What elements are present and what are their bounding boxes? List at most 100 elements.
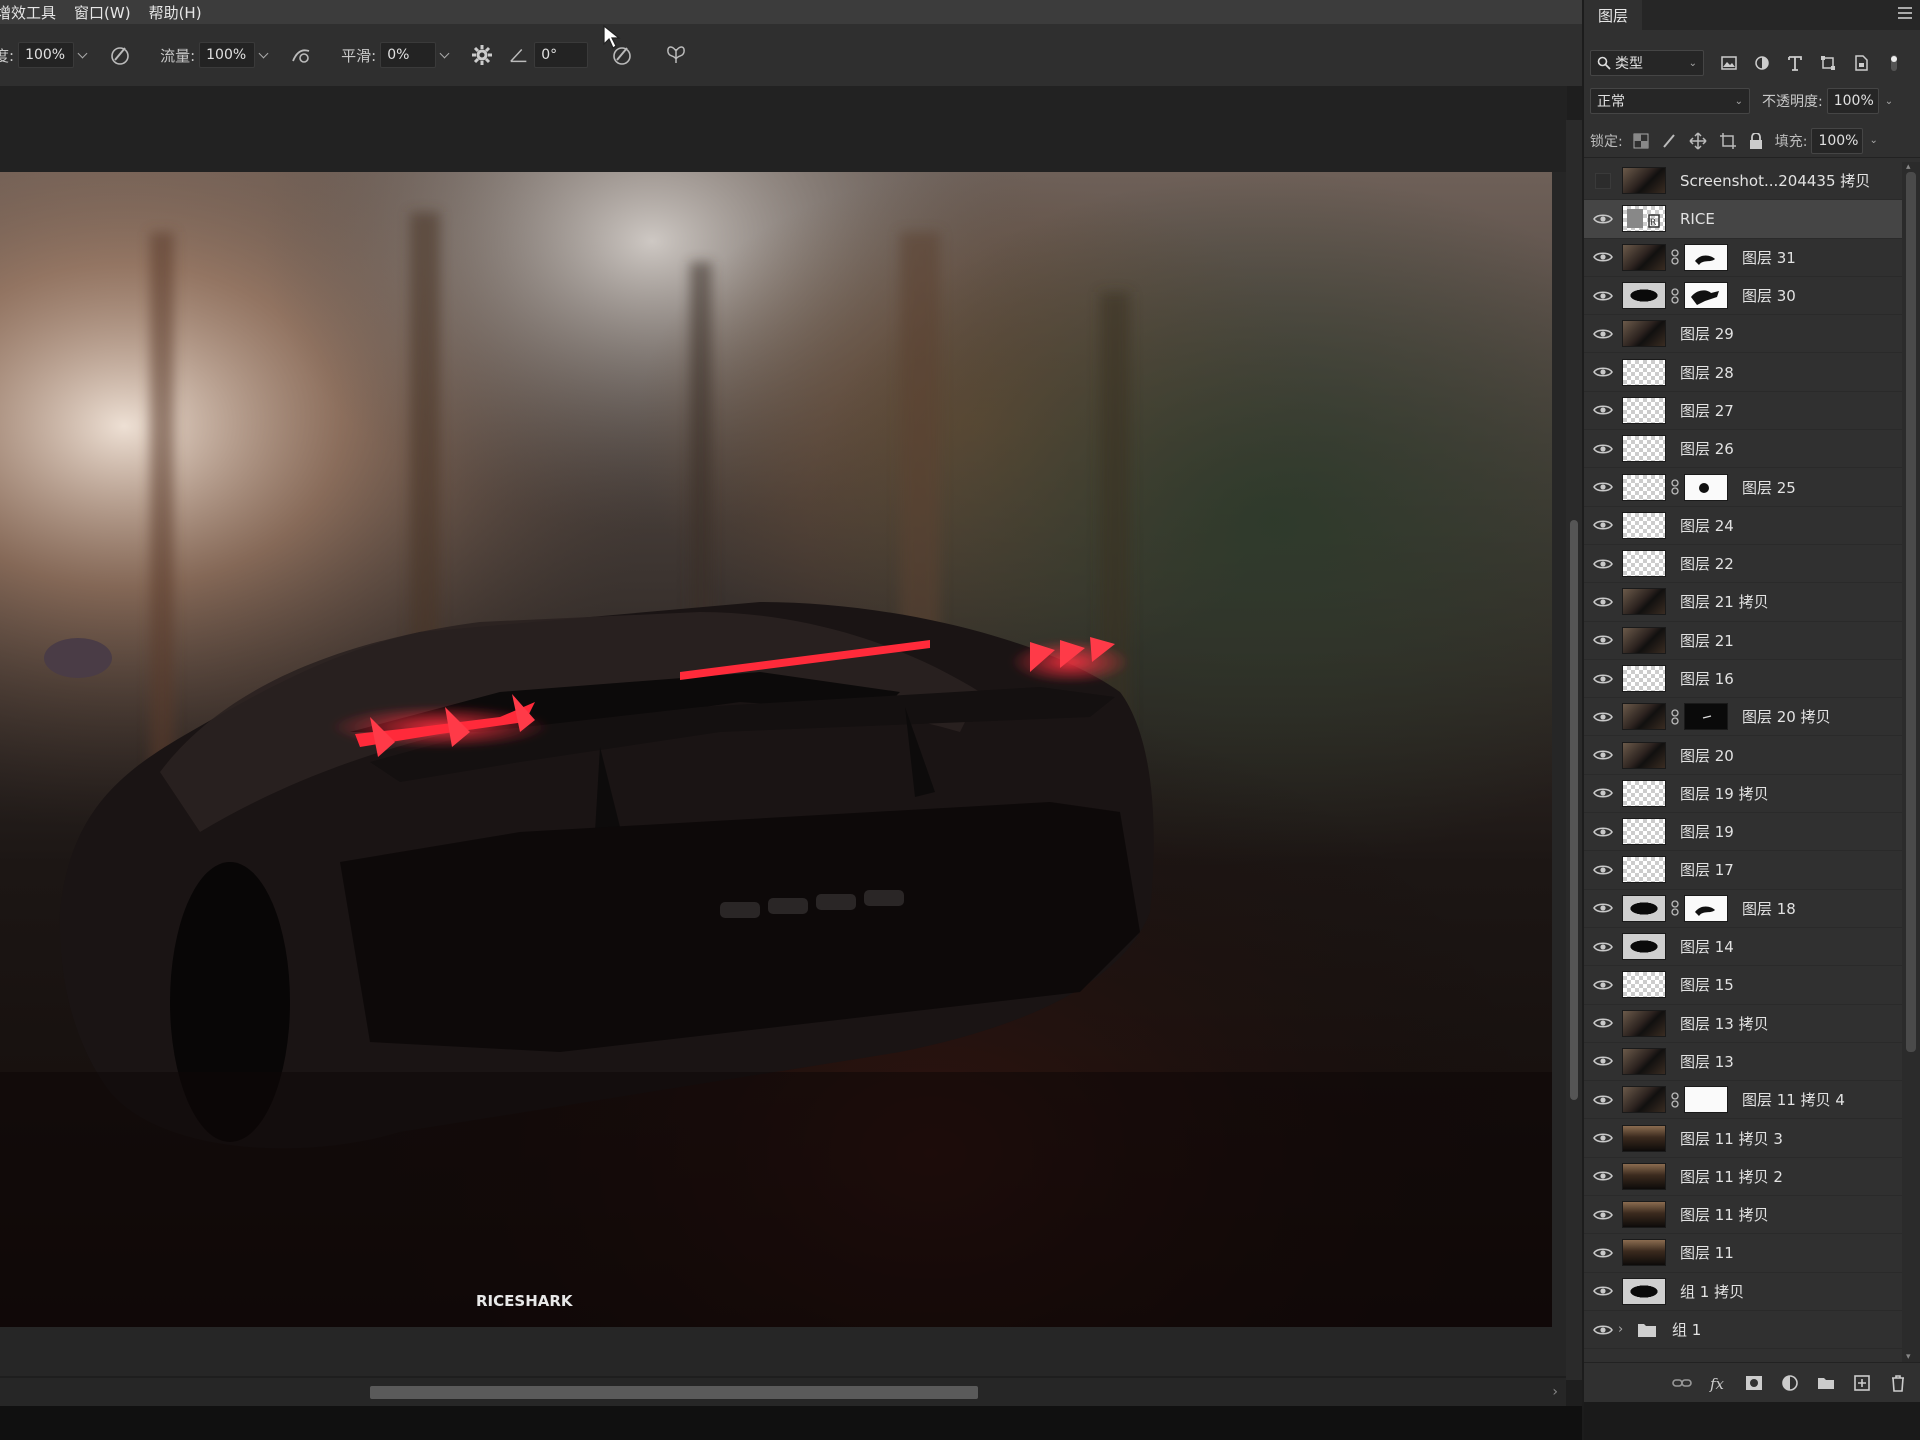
opacity-field[interactable]: 100% bbox=[18, 42, 75, 68]
visibility-eye-icon[interactable] bbox=[1584, 1246, 1622, 1260]
mask-link-icon[interactable] bbox=[1670, 248, 1680, 266]
mask-link-icon[interactable] bbox=[1670, 478, 1680, 496]
visibility-eye-icon[interactable] bbox=[1584, 250, 1622, 264]
layer-row[interactable]: 图层 11 bbox=[1584, 1234, 1902, 1273]
mask-link-icon[interactable] bbox=[1670, 287, 1680, 305]
layers-scroll-thumb[interactable] bbox=[1906, 172, 1916, 1052]
smoothing-dropdown-arrow[interactable] bbox=[438, 42, 454, 68]
lock-artboard-icon[interactable] bbox=[1719, 132, 1737, 150]
filter-toggle-icon[interactable] bbox=[1883, 52, 1905, 74]
layer-row[interactable]: 图层 24 bbox=[1584, 507, 1902, 545]
layer-mask-thumbnail[interactable] bbox=[1684, 1086, 1728, 1114]
filter-type-icon[interactable] bbox=[1784, 52, 1806, 74]
pressure-opacity-icon[interactable] bbox=[106, 41, 134, 69]
visibility-eye-icon[interactable] bbox=[1584, 480, 1622, 494]
filter-shape-icon[interactable] bbox=[1817, 52, 1839, 74]
layer-row[interactable]: 图层 18 bbox=[1584, 890, 1902, 928]
visibility-eye-icon[interactable] bbox=[1584, 1323, 1622, 1337]
mask-link-icon[interactable] bbox=[1670, 1091, 1680, 1109]
visibility-eye-icon[interactable] bbox=[1584, 1131, 1622, 1145]
menu-help[interactable]: 帮助(H) bbox=[149, 2, 202, 23]
layer-row[interactable]: 图层 19 bbox=[1584, 813, 1902, 852]
adjustment-layer-icon[interactable] bbox=[1772, 1373, 1808, 1393]
filter-adjustment-icon[interactable] bbox=[1751, 52, 1773, 74]
layer-row[interactable]: 图层 29 bbox=[1584, 315, 1902, 354]
add-mask-icon[interactable] bbox=[1736, 1373, 1772, 1393]
smoothing-field[interactable]: 0% bbox=[380, 42, 437, 68]
layer-row[interactable]: › 组 1 bbox=[1584, 1311, 1902, 1350]
panel-menu-icon[interactable] bbox=[1898, 7, 1912, 19]
gear-icon[interactable] bbox=[468, 41, 496, 69]
visibility-eye-icon[interactable] bbox=[1584, 1093, 1622, 1107]
visibility-eye-icon[interactable] bbox=[1584, 1284, 1622, 1298]
flow-field[interactable]: 100% bbox=[199, 42, 256, 68]
layer-mask-thumbnail[interactable] bbox=[1684, 473, 1728, 501]
layers-scrollbar[interactable]: ▴ ▾ bbox=[1902, 162, 1920, 1362]
visibility-eye-icon[interactable] bbox=[1584, 365, 1622, 379]
layer-row[interactable]: 图层 21 拷贝 bbox=[1584, 583, 1902, 622]
layer-row[interactable]: 图层 31 bbox=[1584, 239, 1902, 277]
visibility-eye-icon[interactable] bbox=[1584, 672, 1622, 686]
expand-group-chevron-icon[interactable]: › bbox=[1618, 1322, 1632, 1337]
layer-row[interactable]: 图层 11 拷贝 bbox=[1584, 1196, 1902, 1235]
layer-row[interactable]: 组 1 拷贝 bbox=[1584, 1273, 1902, 1311]
layer-row[interactable]: 图层 30 bbox=[1584, 277, 1902, 316]
layer-row[interactable]: 图层 15 bbox=[1584, 966, 1902, 1005]
visibility-eye-icon[interactable] bbox=[1584, 863, 1622, 877]
layer-row[interactable]: 图层 17 bbox=[1584, 851, 1902, 890]
link-layers-icon[interactable] bbox=[1664, 1373, 1700, 1393]
lock-pixels-icon[interactable] bbox=[1661, 133, 1677, 149]
layer-style-fx-icon[interactable]: fx bbox=[1700, 1373, 1736, 1393]
chevron-down-icon[interactable]: ⌄ bbox=[1869, 135, 1877, 146]
visibility-eye-icon[interactable] bbox=[1584, 327, 1622, 341]
layer-row[interactable]: 图层 13 bbox=[1584, 1043, 1902, 1082]
fill-field[interactable]: 100% bbox=[1811, 127, 1864, 154]
menu-plugins[interactable]: 增效工具 bbox=[0, 2, 56, 23]
new-group-folder-icon[interactable] bbox=[1808, 1373, 1844, 1393]
layer-mask-thumbnail[interactable] bbox=[1684, 703, 1728, 731]
mask-link-icon[interactable] bbox=[1670, 899, 1680, 917]
layer-row[interactable]: 图层 11 拷贝 4 bbox=[1584, 1081, 1902, 1120]
visibility-eye-icon[interactable] bbox=[1584, 518, 1622, 532]
visibility-eye-icon[interactable] bbox=[1584, 978, 1622, 992]
canvas-vertical-scrollbar[interactable] bbox=[1566, 120, 1582, 1380]
visibility-eye-icon[interactable] bbox=[1584, 710, 1622, 724]
chevron-down-icon[interactable]: ⌄ bbox=[1885, 96, 1893, 107]
layer-row[interactable]: Screenshot...204435 拷贝 bbox=[1584, 162, 1902, 201]
layer-row[interactable]: 图层 11 拷贝 2 bbox=[1584, 1158, 1902, 1197]
visibility-eye-icon[interactable] bbox=[1584, 595, 1622, 609]
menu-window[interactable]: 窗口(W) bbox=[74, 2, 131, 23]
layer-row[interactable]: 图层 26 bbox=[1584, 430, 1902, 469]
visibility-eye-icon[interactable] bbox=[1584, 1016, 1622, 1030]
filter-kind-select[interactable]: 类型 ⌄ bbox=[1590, 50, 1704, 76]
symmetry-butterfly-icon[interactable] bbox=[662, 41, 690, 69]
visibility-eye-icon[interactable] bbox=[1584, 825, 1622, 839]
layer-row[interactable]: 图层 14 bbox=[1584, 928, 1902, 967]
blend-mode-select[interactable]: 正常 ⌄ bbox=[1590, 88, 1750, 114]
scroll-down-arrow-icon[interactable]: ▾ bbox=[1906, 1352, 1911, 1362]
visibility-eye-icon[interactable] bbox=[1584, 786, 1622, 800]
tab-layers[interactable]: 图层 bbox=[1584, 0, 1643, 30]
visibility-eye-icon[interactable] bbox=[1584, 442, 1622, 456]
visibility-eye-icon[interactable] bbox=[1584, 940, 1622, 954]
delete-layer-trash-icon[interactable] bbox=[1880, 1373, 1916, 1393]
flow-dropdown-arrow[interactable] bbox=[257, 42, 273, 68]
mask-link-icon[interactable] bbox=[1670, 708, 1680, 726]
layer-row[interactable]: 图层 19 拷贝 bbox=[1584, 775, 1902, 814]
visibility-eye-icon[interactable] bbox=[1584, 403, 1622, 417]
layer-mask-thumbnail[interactable] bbox=[1684, 282, 1728, 310]
airbrush-icon[interactable] bbox=[287, 41, 315, 69]
layer-row[interactable]: R RICE bbox=[1584, 200, 1902, 239]
visibility-eye-icon[interactable] bbox=[1584, 1169, 1622, 1183]
layer-row[interactable]: 图层 25 bbox=[1584, 468, 1902, 507]
layer-row[interactable]: 图层 27 bbox=[1584, 392, 1902, 431]
visibility-eye-icon[interactable] bbox=[1584, 748, 1622, 762]
lock-all-icon[interactable] bbox=[1749, 132, 1763, 149]
canvas-horizontal-scrollbar[interactable]: › bbox=[0, 1378, 1566, 1406]
visibility-eye-icon[interactable] bbox=[1584, 633, 1622, 647]
visibility-eye-icon[interactable] bbox=[1584, 901, 1622, 915]
opacity-dropdown-arrow[interactable] bbox=[76, 42, 92, 68]
lock-position-icon[interactable] bbox=[1689, 131, 1707, 150]
angle-field[interactable]: 0° bbox=[534, 42, 589, 68]
layer-row[interactable]: 图层 11 拷贝 3 bbox=[1584, 1119, 1902, 1158]
